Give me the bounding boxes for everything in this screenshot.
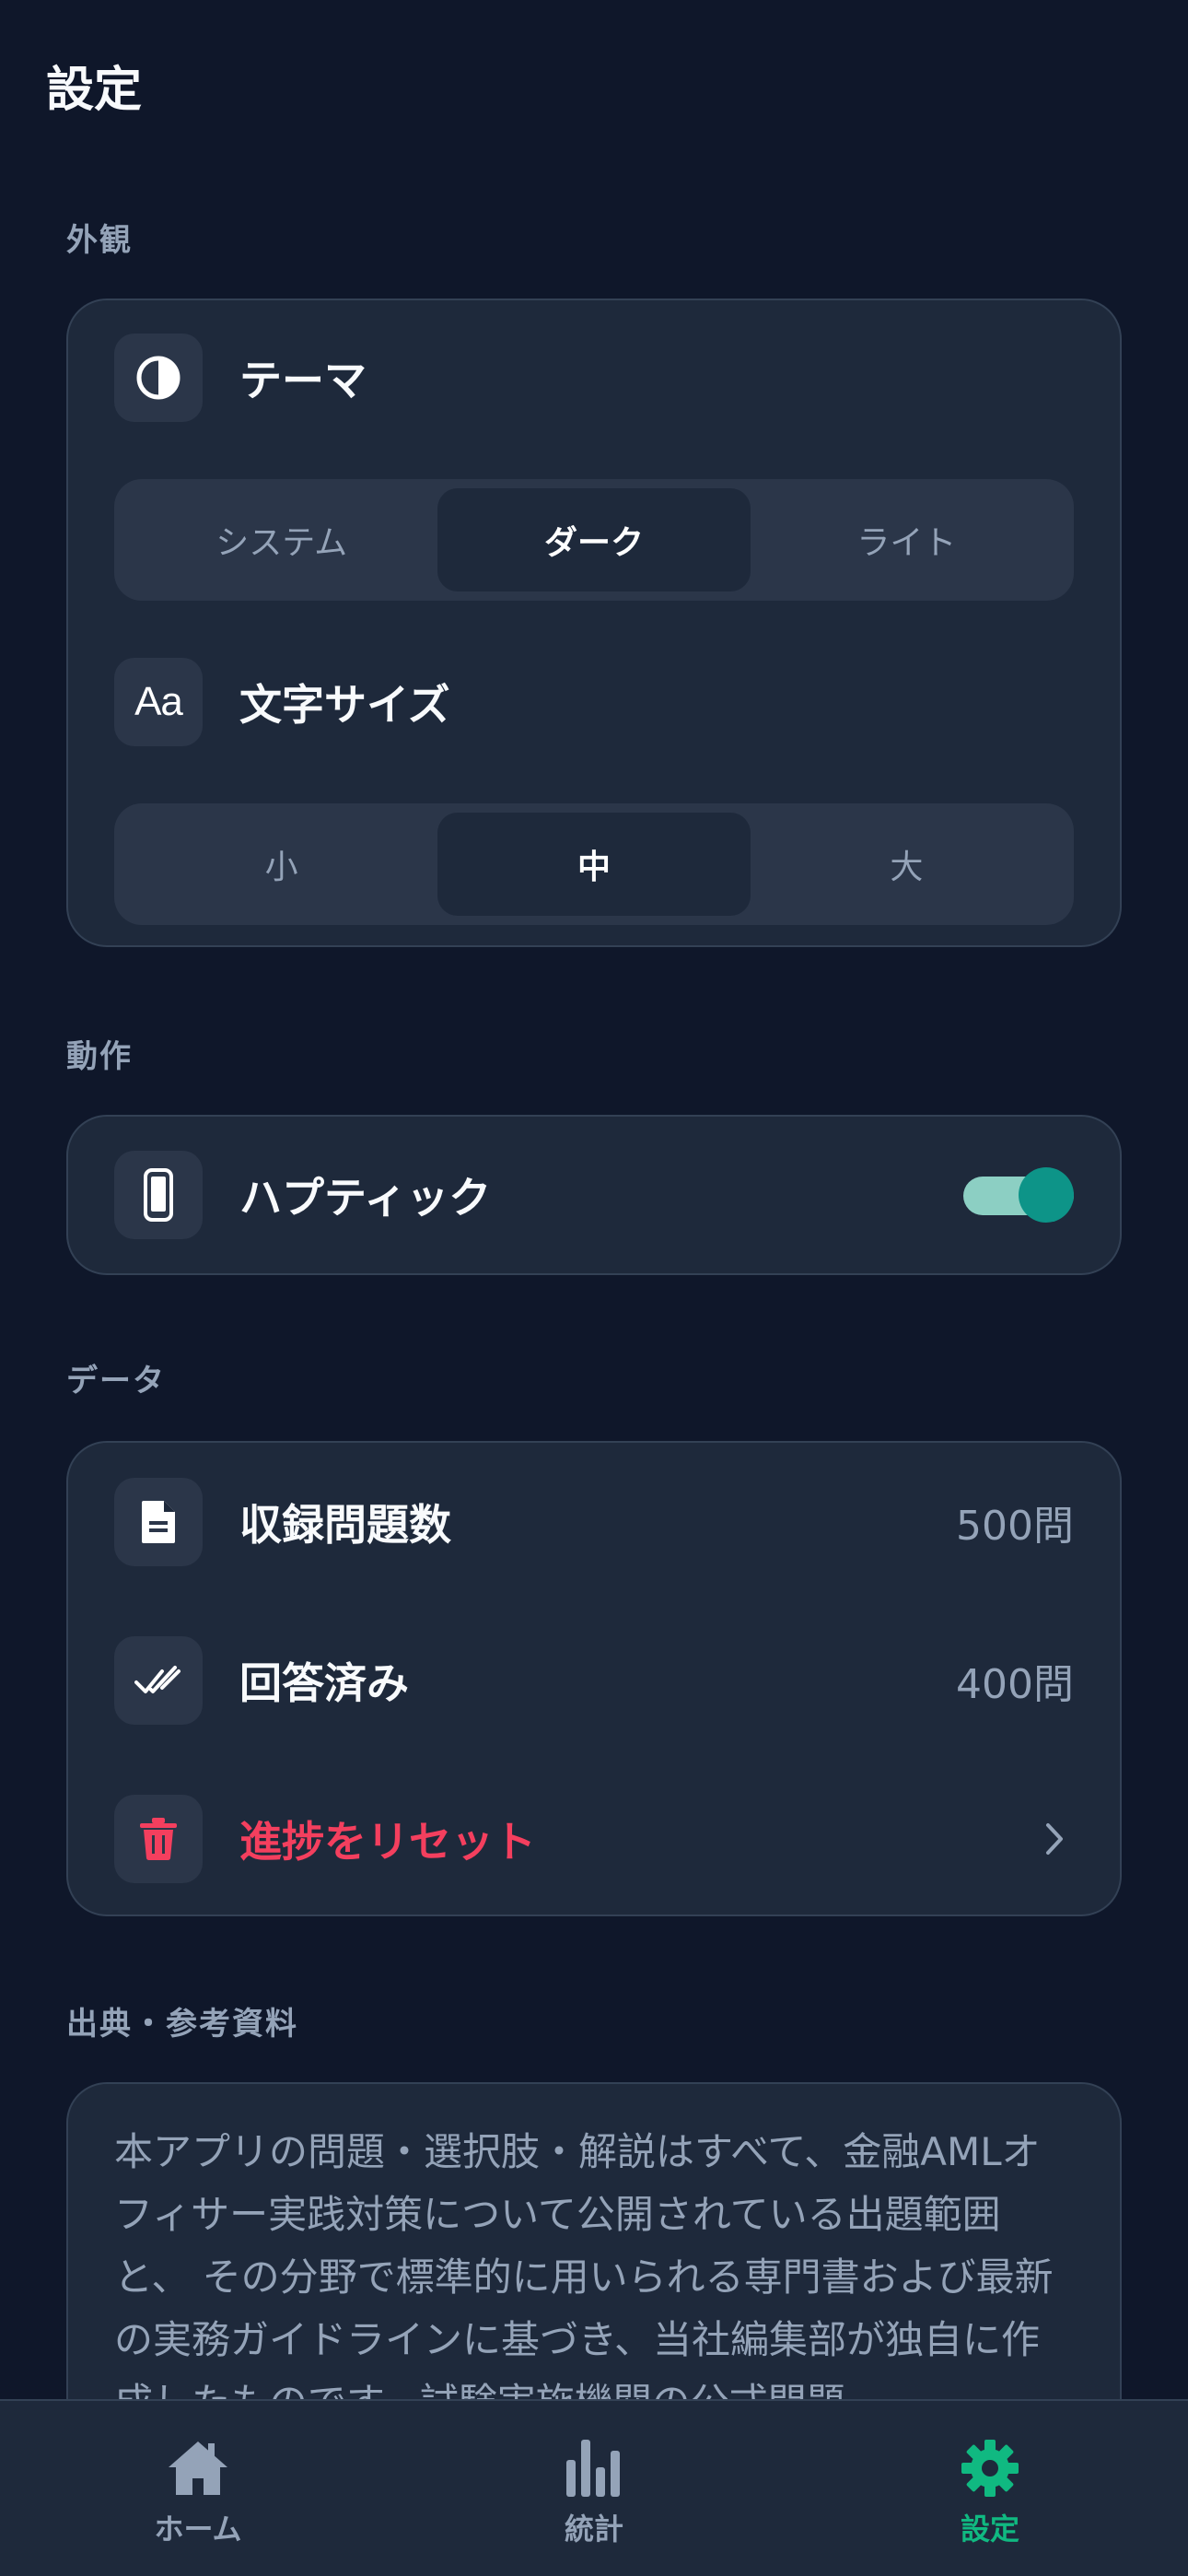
data-card: 収録問題数 500問 回答済み 400問 進捗をリセット [66,1441,1122,1916]
font-size-option-large[interactable]: 大 [751,813,1063,916]
nav-item-home[interactable]: ホーム [0,2401,396,2576]
font-size-label: 文字サイズ [239,680,450,730]
nav-item-stats[interactable]: 統計 [396,2401,792,2576]
theme-label: テーマ [239,356,367,405]
section-label-appearance: 外観 [66,222,133,259]
theme-row: テーマ [114,334,1074,422]
theme-segmented-control: システム ダーク ライト [114,479,1074,601]
haptic-toggle[interactable] [963,1167,1074,1223]
gear-icon [961,2440,1019,2497]
theme-option-system[interactable]: システム [125,488,437,591]
answered-value: 400問 [956,1661,1074,1708]
chevron-right-icon [1037,1811,1074,1867]
total-questions-value: 500問 [956,1503,1074,1550]
text-size-glyph: Aa [134,679,183,724]
font-size-option-small[interactable]: 小 [125,813,437,916]
theme-option-light[interactable]: ライト [751,488,1063,591]
page-title: 設定 [46,63,143,118]
nav-label-home: ホーム [154,2512,242,2547]
font-size-row: Aa 文字サイズ [114,658,1074,746]
nav-label-stats: 統計 [564,2512,623,2547]
theme-option-dark[interactable]: ダーク [437,488,751,591]
section-label-behavior: 動作 [66,1038,133,1075]
haptic-toggle-knob [1019,1167,1074,1223]
haptic-row: ハプティック [114,1151,1074,1239]
text-size-icon: Aa [114,658,203,746]
bottom-nav: ホーム 統計 設定 [0,2399,1188,2576]
haptic-label: ハプティック [239,1173,492,1223]
behavior-card: ハプティック [66,1115,1122,1275]
section-label-sources: 出典・参考資料 [66,2006,298,2043]
document-icon [114,1478,203,1566]
double-check-icon [114,1636,203,1725]
font-size-option-medium[interactable]: 中 [437,813,751,916]
total-questions-row: 収録問題数 500問 [114,1478,1074,1566]
trash-icon [114,1795,203,1883]
font-size-segmented-control: 小 中 大 [114,803,1074,925]
section-label-data: データ [66,1363,166,1399]
phone-icon [114,1151,203,1239]
reset-progress-row[interactable]: 進捗をリセット [114,1795,1074,1883]
chart-icon [566,2440,620,2497]
settings-screen: 設定 外観 テーマ システム ダーク ライト Aa 文字サイズ 小 中 大 動作… [0,0,1188,2576]
home-icon [169,2441,227,2495]
answered-label: 回答済み [239,1658,409,1708]
contrast-icon [114,334,203,422]
reset-progress-label: 進捗をリセット [239,1817,536,1867]
appearance-card: テーマ システム ダーク ライト Aa 文字サイズ 小 中 大 [66,299,1122,947]
answered-row: 回答済み 400問 [114,1636,1074,1725]
nav-label-settings: 設定 [960,2512,1019,2547]
total-questions-label: 収録問題数 [239,1500,451,1550]
nav-item-settings[interactable]: 設定 [792,2401,1188,2576]
sources-text: 本アプリの問題・選択肢・解説はすべて、金融AMLオフィサー実践対策について公開さ… [114,2129,1054,2425]
